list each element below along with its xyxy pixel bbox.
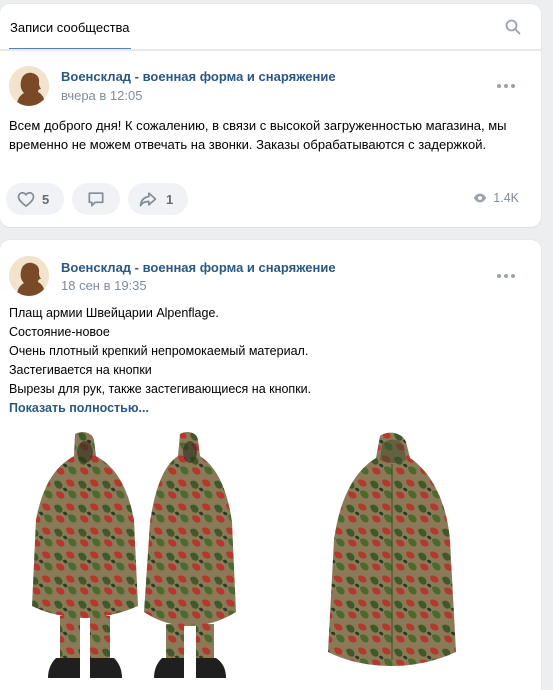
post-text-line: Вырезы для рук, также застегивающиеся на… xyxy=(9,382,312,396)
community-avatar[interactable] xyxy=(9,66,49,106)
community-avatar[interactable] xyxy=(9,256,49,296)
divider xyxy=(0,50,541,51)
comment-button[interactable] xyxy=(72,183,120,215)
poncho-photo-side[interactable] xyxy=(142,430,238,688)
avatar-silhouette-icon xyxy=(9,256,49,296)
eye-icon xyxy=(474,193,487,203)
post-text-line: Очень плотный крепкий непромокаемый мате… xyxy=(9,344,309,358)
post-date[interactable]: 18 сен в 19:35 xyxy=(61,278,147,293)
heart-icon xyxy=(17,191,35,207)
share-icon xyxy=(139,192,157,207)
comment-icon xyxy=(88,192,104,207)
tab-community-posts-label: Записи сообщества xyxy=(10,20,130,35)
like-count: 5 xyxy=(42,191,50,207)
search-icon[interactable] xyxy=(505,19,521,35)
like-button[interactable]: 5 xyxy=(6,183,64,215)
more-icon[interactable] xyxy=(497,273,515,279)
show-more-link[interactable]: Показать полностью... xyxy=(9,399,519,418)
views-counter: 1.4K xyxy=(473,191,519,205)
post-author[interactable]: Военсклад - военная форма и снаряжение xyxy=(61,69,336,84)
poncho-photo-flat[interactable] xyxy=(322,430,462,670)
post-text: Всем доброго дня! К сожалению, в связи с… xyxy=(9,118,507,152)
avatar-silhouette-icon xyxy=(9,66,49,106)
wall-post: Военсклад - военная форма и снаряжение 1… xyxy=(0,240,541,690)
poncho-photo-front[interactable] xyxy=(30,430,140,688)
wall-post: Военсклад - военная форма и снаряжение в… xyxy=(0,50,541,227)
post-text-line: Плащ армии Швейцарии Alpenflage. xyxy=(9,306,219,320)
share-count: 1 xyxy=(166,191,174,207)
post-text-line: Застегивается на кнопки xyxy=(9,363,152,377)
tab-community-posts[interactable]: Записи сообщества xyxy=(9,4,131,50)
post-date[interactable]: вчера в 12:05 xyxy=(61,88,142,103)
post-author[interactable]: Военсклад - военная форма и снаряжение xyxy=(61,260,336,275)
wall-tabs-header: Записи сообщества xyxy=(0,4,541,50)
views-count: 1.4K xyxy=(493,191,519,205)
share-button[interactable]: 1 xyxy=(128,183,188,215)
post-text: Плащ армии Швейцарии Alpenflage. Состоян… xyxy=(9,304,519,418)
post-text-line: Состояние-новое xyxy=(9,325,110,339)
more-icon[interactable] xyxy=(497,83,515,89)
